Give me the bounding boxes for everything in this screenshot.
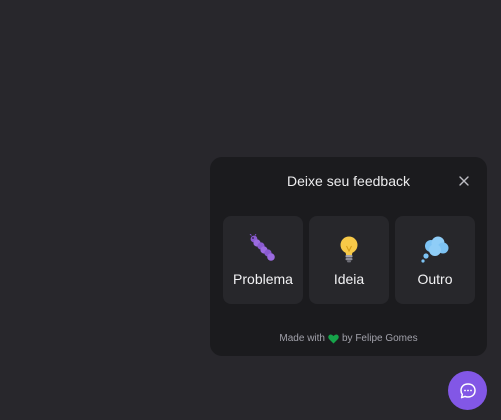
footer-by-author[interactable]: by Felipe Gomes — [342, 333, 418, 345]
feedback-options: Problema Ideia Outro — [223, 216, 475, 304]
close-button[interactable] — [456, 173, 472, 189]
close-icon — [459, 176, 469, 186]
footer-made-with: Made with — [279, 333, 325, 344]
feedback-launcher-button[interactable] — [448, 371, 487, 410]
option-problema[interactable]: Problema — [223, 216, 303, 304]
widget-title: Deixe seu feedback — [287, 173, 410, 189]
feedback-widget: Deixe seu feedback Problema Ideia Outro … — [210, 157, 487, 356]
option-label: Ideia — [333, 270, 365, 287]
heart-icon — [328, 334, 339, 344]
option-label: Outro — [417, 270, 453, 287]
option-outro[interactable]: Outro — [395, 216, 475, 304]
option-label: Problema — [233, 270, 293, 287]
widget-footer: Made with by Felipe Gomes — [210, 333, 487, 345]
lightbulb-icon — [334, 234, 364, 264]
option-ideia[interactable]: Ideia — [309, 216, 389, 304]
chat-bubble-icon — [459, 382, 476, 398]
bug-icon — [248, 233, 278, 264]
thought-cloud-icon — [420, 234, 450, 264]
